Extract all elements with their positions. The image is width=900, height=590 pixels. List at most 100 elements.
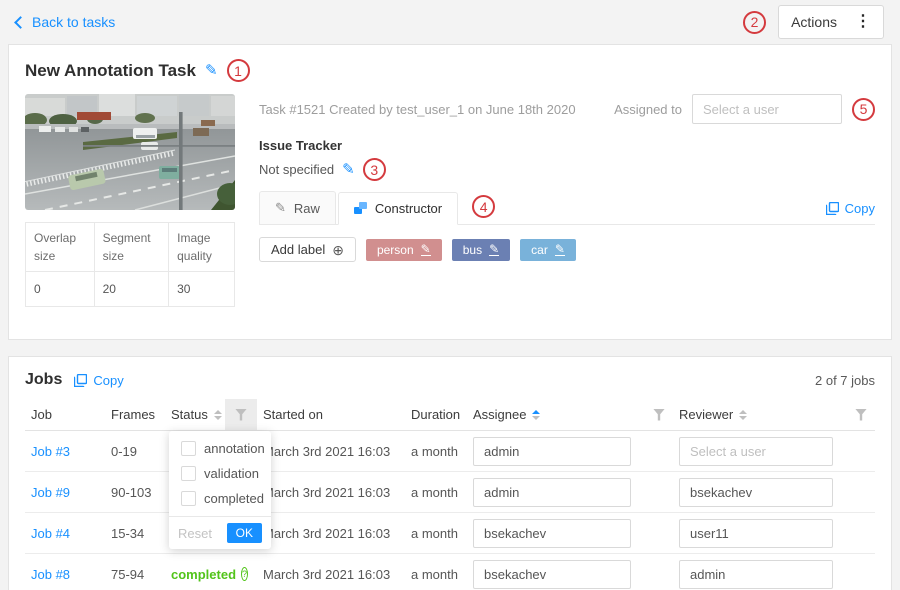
job-duration: a month [405, 526, 467, 541]
issue-tracker-value: Not specified [259, 162, 334, 177]
job-link[interactable]: Job #9 [25, 485, 105, 500]
vertical-dots-icon: ⋮ [855, 14, 871, 30]
task-preview-image [25, 94, 235, 210]
job-frames: 90-103 [105, 485, 165, 500]
jobs-copy-link[interactable]: Copy [74, 373, 123, 388]
jobs-title: Jobs [25, 371, 62, 389]
job-frames: 75-94 [105, 567, 165, 582]
job-duration: a month [405, 444, 467, 459]
param-value-quality: 30 [169, 272, 235, 307]
checkbox[interactable] [181, 491, 196, 506]
job-row: Job #9 90-103 March 3rd 2021 16:03 a mon… [25, 472, 875, 513]
param-value-overlap: 0 [26, 272, 95, 307]
labels-constructor: Add label ⊕ person ✎ bus ✎ car ✎ [259, 225, 875, 262]
col-assignee-label: Assignee [473, 407, 526, 422]
job-started: March 3rd 2021 16:03 [257, 485, 405, 500]
assignee-input[interactable] [473, 478, 631, 507]
label-bus-name: bus [463, 243, 482, 257]
filter-funnel-icon [653, 409, 665, 421]
filter-reset-button[interactable]: Reset [178, 526, 212, 541]
job-started: March 3rd 2021 16:03 [257, 444, 405, 459]
jobs-table: Job Frames Status Started on Duration As… [25, 399, 875, 590]
actions-button[interactable]: Actions ⋮ [778, 5, 884, 39]
plus-circle-icon: ⊕ [332, 243, 344, 257]
task-params-table: Overlap size Segment size Image quality … [25, 222, 235, 307]
label-chip-car[interactable]: car ✎ [520, 239, 576, 261]
chevron-left-icon [14, 16, 27, 29]
filter-option-completed[interactable]: completed [169, 486, 271, 511]
back-to-tasks-link[interactable]: Back to tasks [16, 14, 115, 30]
edit-issue-tracker-icon[interactable]: ✎ [342, 162, 355, 177]
edit-label-bus-icon[interactable]: ✎ [489, 243, 499, 256]
col-job: Job [25, 407, 105, 422]
assigned-to-label: Assigned to [614, 102, 682, 117]
label-car-name: car [531, 243, 548, 257]
param-value-segment: 20 [94, 272, 169, 307]
reviewer-input[interactable] [679, 478, 833, 507]
assignee-input[interactable] [473, 437, 631, 466]
col-assignee-sorter[interactable]: Assignee [467, 407, 645, 422]
job-link[interactable]: Job #8 [25, 567, 105, 582]
job-frames: 15-34 [105, 526, 165, 541]
copy-icon [74, 374, 87, 387]
constructor-icon [354, 202, 367, 215]
status-filter-dropdown: annotation validation completed Reset OK [169, 431, 271, 549]
col-started-on: Started on [257, 407, 405, 422]
labels-copy-label: Copy [845, 201, 875, 216]
callout-1: 1 [227, 59, 250, 82]
filter-funnel-icon [855, 409, 867, 421]
callout-4: 4 [472, 195, 495, 218]
label-person-name: person [377, 243, 414, 257]
edit-task-name-icon[interactable]: ✎ [205, 63, 218, 78]
edit-label-person-icon[interactable]: ✎ [421, 243, 431, 256]
sort-carets-icon [739, 410, 747, 420]
reviewer-filter-button[interactable] [847, 399, 875, 430]
assignee-input[interactable] [473, 519, 631, 548]
add-label-text: Add label [271, 242, 325, 257]
param-header-quality: Image quality [169, 223, 235, 272]
tab-constructor-label: Constructor [375, 201, 442, 216]
status-filter-button[interactable] [225, 399, 257, 430]
add-label-button[interactable]: Add label ⊕ [259, 237, 356, 262]
label-chip-person[interactable]: person ✎ [366, 239, 442, 261]
copy-icon [826, 202, 839, 215]
callout-5: 5 [852, 98, 875, 121]
callout-3: 3 [363, 158, 386, 181]
checkbox[interactable] [181, 441, 196, 456]
col-reviewer-sorter[interactable]: Reviewer [673, 407, 847, 422]
jobs-copy-label: Copy [93, 373, 123, 388]
filter-option-validation[interactable]: validation [169, 461, 271, 486]
reviewer-input[interactable] [679, 437, 833, 466]
tab-constructor[interactable]: Constructor [338, 192, 458, 225]
col-status-label: Status [171, 407, 208, 422]
top-bar: Back to tasks 2 Actions ⋮ [0, 0, 900, 44]
tab-raw[interactable]: ✎ Raw [259, 191, 336, 224]
filter-option-label: completed [204, 491, 264, 506]
checkbox[interactable] [181, 466, 196, 481]
reviewer-input[interactable] [679, 519, 833, 548]
task-card: New Annotation Task ✎ 1 [8, 44, 892, 340]
job-started: March 3rd 2021 16:03 [257, 526, 405, 541]
job-row: Job #8 75-94 completed ? March 3rd 2021 … [25, 554, 875, 590]
edit-label-car-icon[interactable]: ✎ [555, 243, 565, 256]
col-reviewer-label: Reviewer [679, 407, 733, 422]
job-started: March 3rd 2021 16:03 [257, 567, 405, 582]
issue-tracker-label: Issue Tracker [259, 138, 875, 153]
task-meta: Task #1521 Created by test_user_1 on Jun… [259, 102, 576, 117]
assigned-to-input[interactable] [692, 94, 842, 124]
filter-option-label: validation [204, 466, 259, 481]
filter-funnel-icon [235, 409, 247, 421]
question-circle-icon[interactable]: ? [241, 567, 248, 581]
job-status: completed [171, 567, 236, 582]
job-link[interactable]: Job #3 [25, 444, 105, 459]
col-duration: Duration [405, 407, 467, 422]
filter-option-annotation[interactable]: annotation [169, 436, 271, 461]
job-link[interactable]: Job #4 [25, 526, 105, 541]
assignee-filter-button[interactable] [645, 399, 673, 430]
col-status-sorter[interactable]: Status [165, 407, 225, 422]
label-chip-bus[interactable]: bus ✎ [452, 239, 510, 261]
filter-ok-button[interactable]: OK [227, 523, 262, 543]
assignee-input[interactable] [473, 560, 631, 589]
labels-copy-link[interactable]: Copy [826, 201, 875, 216]
reviewer-input[interactable] [679, 560, 833, 589]
